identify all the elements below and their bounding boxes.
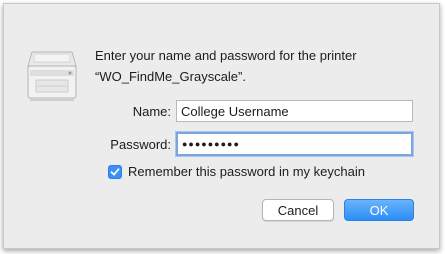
name-label: Name: [132, 104, 171, 119]
cancel-button-label: Cancel [277, 202, 319, 218]
ok-button-label: OK [369, 202, 389, 218]
printer-icon [26, 44, 78, 106]
cancel-button[interactable]: Cancel [262, 199, 334, 221]
password-label: Password: [110, 137, 171, 152]
password-dots: ●●●●●●●●● [182, 139, 240, 149]
remember-password-checkbox[interactable] [108, 164, 122, 179]
message-line-1: Enter your name and password for the pri… [95, 48, 357, 63]
checkmark-icon [110, 167, 120, 175]
remember-password-label: Remember this password in my keychain [128, 164, 365, 179]
ok-button[interactable]: OK [344, 199, 414, 221]
printer-auth-dialog: Enter your name and password for the pri… [4, 4, 439, 248]
dialog-message: Enter your name and password for the pri… [95, 45, 357, 87]
message-line-2: “WO_FindMe_Grayscale”. [95, 69, 246, 84]
dialog-frame: Enter your name and password for the pri… [3, 3, 440, 249]
name-field[interactable] [176, 100, 413, 122]
remember-password-row[interactable]: Remember this password in my keychain [108, 164, 365, 179]
password-field[interactable]: ●●●●●●●●● [176, 132, 413, 156]
